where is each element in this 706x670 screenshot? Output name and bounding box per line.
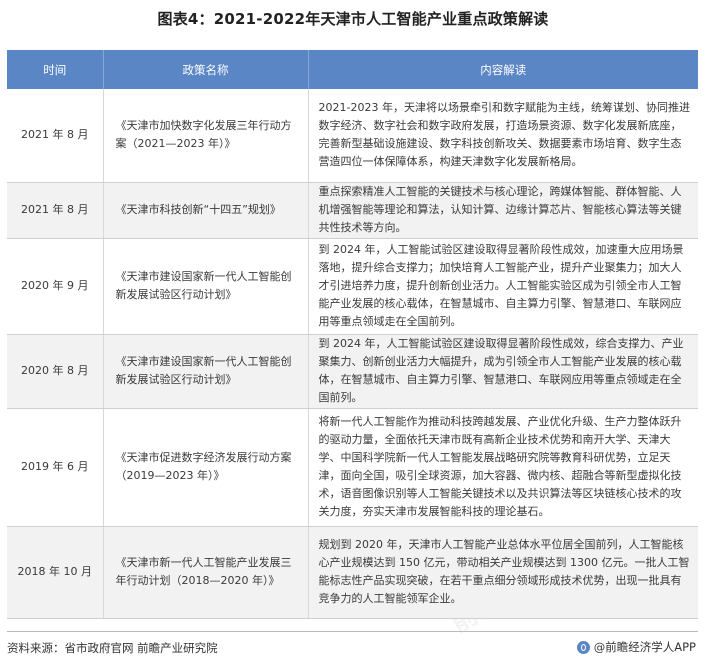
row-time: 2020 年 9 月 <box>7 238 104 335</box>
source-note: 资料来源：省市政府官网 前瞻产业研究院 <box>7 641 218 655</box>
table-row: 2019 年 6 月 《天津市促进数字经济发展行动方案（2019—2023 年）… <box>7 408 698 527</box>
row-content: 2021-2023 年，天津将以场景牵引和数字赋能为主线，统筹谋划、协同推进数字… <box>308 89 698 183</box>
header-time: 时间 <box>7 50 104 89</box>
row-policy-name: 《天津市促进数字经济发展行动方案（2019—2023 年）》 <box>103 408 309 527</box>
policy-table: 时间 政策名称 内容解读 2021 年 8 月 《天津市加快数字化发展三年行动方… <box>7 50 698 619</box>
table-row: 2021 年 8 月 《天津市科技创新“十四五”规划》 重点探索精准人工智能的关… <box>7 182 698 239</box>
row-content: 将新一代人工智能作为推动科技跨越发展、产业优化升级、生产力整体跃升的驱动力量，全… <box>308 408 698 527</box>
row-policy-name: 《天津市建设国家新一代人工智能创新发展试验区行动计划》 <box>103 238 309 335</box>
brand-logo-icon <box>576 640 590 654</box>
footer-divider <box>7 631 698 632</box>
row-policy-name: 《天津市新一代人工智能产业发展三年行动计划（2018—2020 年）》 <box>103 526 309 619</box>
row-policy-name: 《天津市加快数字化发展三年行动方案（2021—2023 年）》 <box>103 89 309 183</box>
table-row: 2018 年 10 月 《天津市新一代人工智能产业发展三年行动计划（2018—2… <box>7 526 698 619</box>
table-row: 2020 年 9 月 《天津市建设国家新一代人工智能创新发展试验区行动计划》 到… <box>7 238 698 335</box>
row-time: 2021 年 8 月 <box>7 89 104 183</box>
row-time: 2018 年 10 月 <box>7 526 104 619</box>
row-time: 2020 年 8 月 <box>7 334 104 409</box>
header-content: 内容解读 <box>308 50 698 89</box>
brand-credit: @前瞻经济学人APP <box>576 639 696 655</box>
row-policy-name: 《天津市建设国家新一代人工智能创新发展试验区行动计划》 <box>103 334 309 409</box>
header-policy-name: 政策名称 <box>103 50 309 89</box>
brand-label: @前瞻经济学人APP <box>593 640 696 654</box>
chart-title: 图表4：2021-2022年天津市人工智能产业重点政策解读 <box>157 10 549 28</box>
table-row: 2020 年 8 月 《天津市建设国家新一代人工智能创新发展试验区行动计划》 到… <box>7 334 698 409</box>
row-content: 重点探索精准人工智能的关键技术与核心理论，跨媒体智能、群体智能、人机增强智能等理… <box>308 182 698 239</box>
table-row: 2021 年 8 月 《天津市加快数字化发展三年行动方案（2021—2023 年… <box>7 89 698 183</box>
row-policy-name: 《天津市科技创新“十四五”规划》 <box>103 182 309 239</box>
row-content: 到 2024 年，人工智能试验区建设取得显著阶段性成效，加速重大应用场景落地，提… <box>308 238 698 335</box>
row-time: 2021 年 8 月 <box>7 182 104 239</box>
row-content: 规划到 2020 年，天津市人工智能产业总体水平位居全国前列，人工智能核心产业规… <box>308 526 698 619</box>
table-header-row: 时间 政策名称 内容解读 <box>7 50 698 89</box>
row-content: 到 2024 年，人工智能试验区建设取得显著阶段性成效，综合支撑力、产业聚集力、… <box>308 334 698 409</box>
row-time: 2019 年 6 月 <box>7 408 104 527</box>
